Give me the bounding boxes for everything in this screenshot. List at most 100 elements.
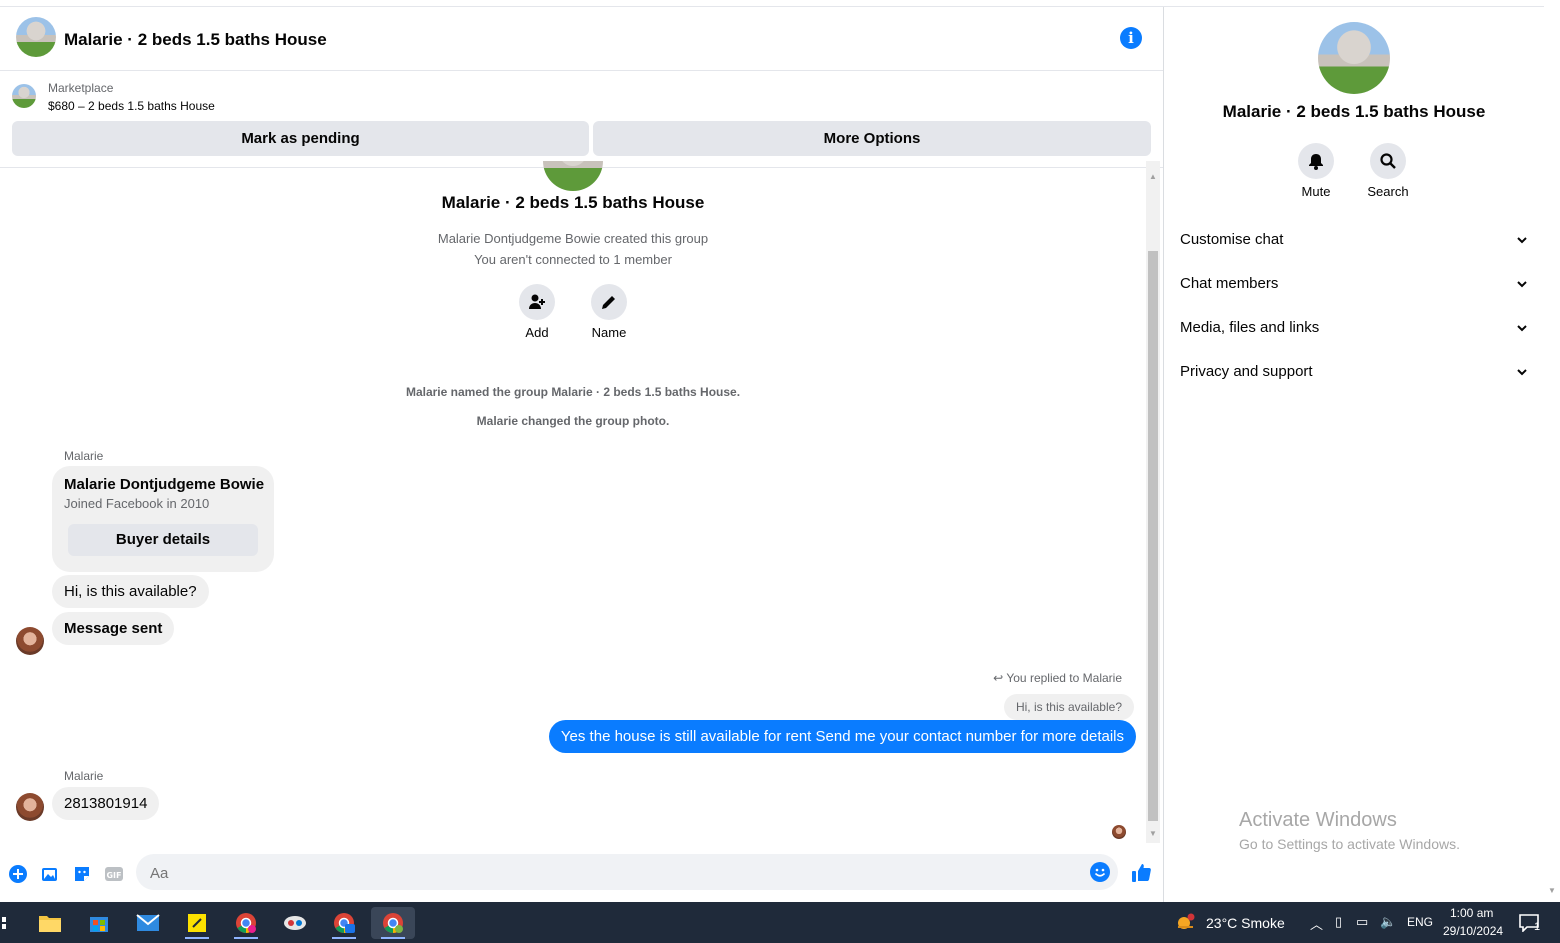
running-indicator <box>332 937 356 939</box>
buyer-details-button[interactable]: Buyer details <box>68 524 258 556</box>
reply-arrow-icon: ↩ <box>993 671 1004 685</box>
search-label: Search <box>1367 184 1409 199</box>
scroll-up-icon[interactable]: ▲ <box>1149 172 1157 181</box>
mail-icon[interactable] <box>126 907 170 939</box>
mark-as-pending-button[interactable]: Mark as pending <box>12 121 589 156</box>
section-label: Media, files and links <box>1180 319 1320 336</box>
show-hidden-icons-icon[interactable]: ︿ <box>1310 914 1323 933</box>
reply-note-text: You replied to Malarie <box>1006 671 1122 685</box>
group-connection-text: You aren't connected to 1 member <box>474 252 672 267</box>
activate-windows-title: Activate Windows <box>1239 809 1397 831</box>
sender-name: Malarie <box>64 769 104 783</box>
page-scrollbar[interactable]: ▼ <box>1544 0 1560 902</box>
listing-thumbnail[interactable] <box>12 84 36 108</box>
section-label: Customise chat <box>1180 231 1284 248</box>
emoji-icon[interactable] <box>1090 862 1110 882</box>
chat-title[interactable]: Malarie · 2 beds 1.5 baths House <box>64 30 327 50</box>
message-bubble[interactable]: Hi, is this available? <box>52 575 209 608</box>
search-icon <box>1380 153 1396 169</box>
running-indicator <box>185 937 209 939</box>
pencil-icon <box>602 296 615 309</box>
system-message: Malarie changed the group photo. <box>476 414 670 428</box>
message-input-box[interactable] <box>136 854 1118 892</box>
section-label: Chat members <box>1180 275 1279 292</box>
section-chat-members[interactable]: Chat members <box>1180 264 1528 304</box>
sender-avatar[interactable] <box>16 793 44 821</box>
chrome-profile-1-icon[interactable] <box>224 907 268 939</box>
group-name: Malarie · 2 beds 1.5 baths House <box>441 193 705 212</box>
chrome-profile-3-icon[interactable] <box>371 907 415 939</box>
group-created-text: Malarie Dontjudgeme Bowie created this g… <box>437 231 709 246</box>
chat-header: Malarie · 2 beds 1.5 baths House i <box>0 7 1163 71</box>
section-privacy-support[interactable]: Privacy and support <box>1180 352 1528 392</box>
clock-time[interactable]: 1:00 am <box>1450 906 1493 920</box>
scroll-down-icon[interactable]: ▼ <box>1149 829 1157 838</box>
rename-group-button[interactable] <box>591 284 627 320</box>
scroll-thumb[interactable] <box>1148 251 1158 821</box>
reply-note: ↩ You replied to Malarie <box>993 671 1122 685</box>
bell-icon <box>1309 154 1323 170</box>
store-icon[interactable] <box>77 907 121 939</box>
message-bubble[interactable]: Message sent <box>52 612 175 645</box>
task-view-icon[interactable] <box>0 907 14 939</box>
snipping-tool-icon[interactable] <box>273 907 317 939</box>
message-bubble[interactable]: 2813801914 <box>52 787 160 820</box>
marketplace-bar: Marketplace $680 – 2 beds 1.5 baths Hous… <box>0 70 1163 168</box>
composer: GIF <box>0 845 1163 902</box>
windows-taskbar: 23°C Smoke ︿ ▯ ▭ 🔈 ENG 1:00 am 29/10/202… <box>0 902 1560 943</box>
search-button[interactable] <box>1370 143 1406 179</box>
section-media-files-links[interactable]: Media, files and links <box>1180 308 1528 348</box>
chat-info-panel: Malarie · 2 beds 1.5 baths House Mute Se… <box>1164 7 1544 902</box>
section-label: Privacy and support <box>1180 363 1313 380</box>
chevron-down-icon <box>1517 325 1527 332</box>
listing-title[interactable]: $680 – 2 beds 1.5 baths House <box>48 99 215 113</box>
chevron-down-icon <box>1517 281 1527 288</box>
message-list[interactable]: Malarie · 2 beds 1.5 baths House Malarie… <box>0 161 1146 843</box>
notification-center-icon[interactable]: 1 <box>1512 907 1546 939</box>
running-indicator <box>381 937 405 939</box>
add-member-button[interactable] <box>519 284 555 320</box>
network-icon[interactable]: ▭ <box>1356 914 1368 930</box>
chevron-down-icon <box>1517 237 1527 244</box>
weather-icon[interactable] <box>1170 907 1200 939</box>
sticky-notes-icon[interactable] <box>175 907 219 939</box>
group-photo <box>543 161 603 191</box>
device-icon[interactable]: ▯ <box>1335 914 1342 930</box>
buyer-joined: Joined Facebook in 2010 <box>64 496 210 511</box>
plus-icon[interactable] <box>8 864 28 884</box>
mute-label: Mute <box>1301 184 1331 199</box>
sticker-icon[interactable] <box>72 864 92 884</box>
buyer-card: Malarie Dontjudgeme Bowie Joined Faceboo… <box>52 466 274 572</box>
weather-text[interactable]: 23°C Smoke <box>1206 915 1285 931</box>
panel-group-avatar[interactable] <box>1318 22 1390 94</box>
clock-date[interactable]: 29/10/2024 <box>1443 924 1503 938</box>
more-options-button[interactable]: More Options <box>593 121 1151 156</box>
sender-name: Malarie <box>64 449 104 463</box>
quoted-message[interactable]: Hi, is this available? <box>1003 694 1134 720</box>
outgoing-message-bubble[interactable]: Yes the house is still available for ren… <box>548 720 1136 753</box>
mute-button[interactable] <box>1298 143 1334 179</box>
section-customise-chat[interactable]: Customise chat <box>1180 220 1528 260</box>
sender-avatar[interactable] <box>16 627 44 655</box>
activate-windows-subtitle: Go to Settings to activate Windows. <box>1239 836 1460 852</box>
language-indicator[interactable]: ENG <box>1407 915 1433 929</box>
buyer-name: Malarie Dontjudgeme Bowie <box>64 476 265 493</box>
file-explorer-icon[interactable] <box>28 907 72 939</box>
message-scrollbar[interactable]: ▲ ▼ <box>1146 161 1160 843</box>
read-receipt-avatar <box>1112 825 1126 839</box>
name-label: Name <box>591 325 627 340</box>
svg-text:GIF: GIF <box>106 871 121 880</box>
group-avatar[interactable] <box>16 17 56 57</box>
page-scroll-down-icon[interactable]: ▼ <box>1548 886 1556 895</box>
chrome-profile-2-icon[interactable] <box>322 907 366 939</box>
gif-icon[interactable]: GIF <box>104 864 124 884</box>
top-border <box>0 0 1544 7</box>
volume-muted-icon[interactable]: 🔈 <box>1380 914 1396 930</box>
marketplace-label: Marketplace <box>48 81 114 95</box>
info-icon[interactable]: i <box>1120 27 1142 49</box>
photo-icon[interactable] <box>40 864 60 884</box>
system-message: Malarie named the group Malarie · 2 beds… <box>405 385 741 399</box>
thumbs-up-icon[interactable] <box>1130 862 1152 884</box>
add-label: Add <box>525 325 549 340</box>
message-input[interactable] <box>148 854 1082 892</box>
